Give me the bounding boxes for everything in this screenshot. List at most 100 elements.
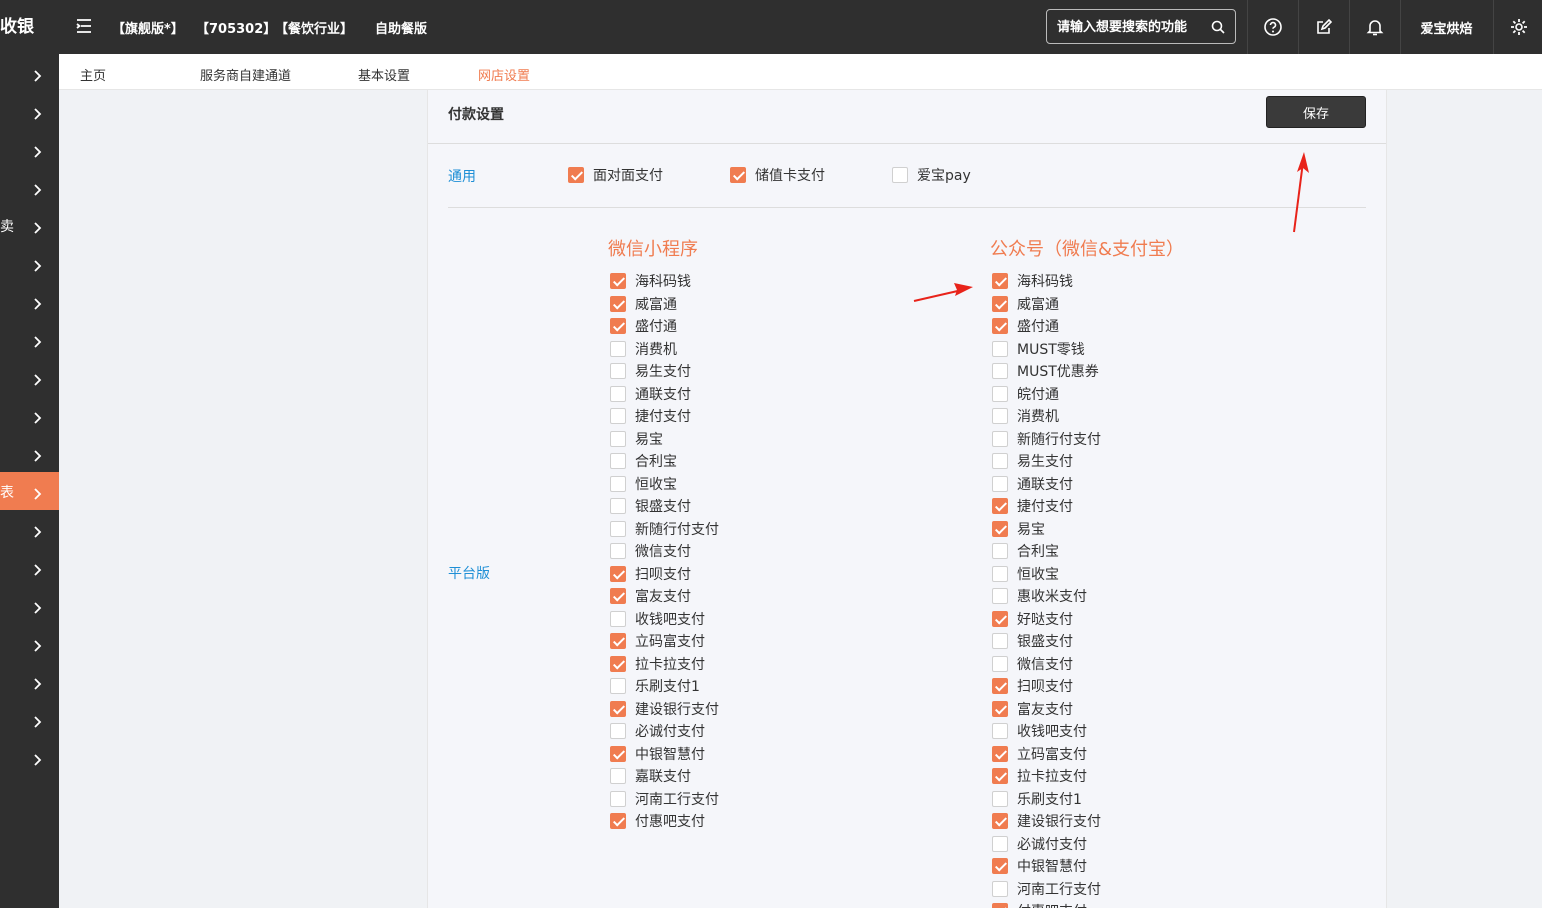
- official-account-option[interactable]: 付惠吧支付: [992, 901, 1087, 908]
- official-account-option[interactable]: 建设银行支付: [992, 811, 1101, 831]
- sidebar-item-0[interactable]: [0, 54, 59, 92]
- sidebar-item-15[interactable]: [0, 624, 59, 662]
- sidebar-item-13[interactable]: [0, 548, 59, 586]
- official-account-option[interactable]: 好哒支付: [992, 609, 1073, 629]
- checkbox-checked[interactable]: [730, 167, 746, 183]
- official-account-option[interactable]: 捷付支付: [992, 496, 1073, 516]
- wechat-mini-option[interactable]: 收钱吧支付: [610, 609, 705, 629]
- tab-basic-settings[interactable]: 基本设置: [358, 65, 410, 84]
- menu-toggle-icon[interactable]: [74, 16, 94, 36]
- checkbox-unchecked[interactable]: [992, 566, 1008, 582]
- help-icon[interactable]: [1247, 0, 1297, 54]
- checkbox-checked[interactable]: [610, 566, 626, 582]
- sidebar-item-3[interactable]: [0, 168, 59, 206]
- checkbox-unchecked[interactable]: [992, 633, 1008, 649]
- sidebar-item-17[interactable]: [0, 700, 59, 738]
- official-account-option[interactable]: 中银智慧付: [992, 856, 1087, 876]
- checkbox-checked[interactable]: [992, 768, 1008, 784]
- checkbox-checked[interactable]: [568, 167, 584, 183]
- sidebar-item-6[interactable]: [0, 282, 59, 320]
- sidebar-item-9[interactable]: [0, 396, 59, 434]
- checkbox-checked[interactable]: [992, 521, 1008, 537]
- sidebar-item-12[interactable]: [0, 510, 59, 548]
- checkbox-checked[interactable]: [992, 813, 1008, 829]
- wechat-mini-option[interactable]: 中银智慧付: [610, 744, 705, 764]
- official-account-option[interactable]: 皖付通: [992, 384, 1059, 404]
- official-account-option[interactable]: 河南工行支付: [992, 879, 1101, 899]
- checkbox-unchecked[interactable]: [992, 723, 1008, 739]
- wechat-mini-option[interactable]: 银盛支付: [610, 496, 691, 516]
- checkbox-checked[interactable]: [992, 273, 1008, 289]
- checkbox-checked[interactable]: [610, 318, 626, 334]
- sidebar-item-11[interactable]: 表: [0, 472, 59, 510]
- checkbox-checked[interactable]: [610, 656, 626, 672]
- checkbox-checked[interactable]: [610, 746, 626, 762]
- official-account-option[interactable]: 消费机: [992, 406, 1059, 426]
- checkbox-unchecked[interactable]: [992, 363, 1008, 379]
- checkbox-unchecked[interactable]: [992, 881, 1008, 897]
- wechat-mini-option[interactable]: 消费机: [610, 339, 677, 359]
- search-icon[interactable]: [1211, 19, 1225, 38]
- wechat-mini-option[interactable]: 威富通: [610, 294, 677, 314]
- wechat-mini-option[interactable]: 盛付通: [610, 316, 677, 336]
- sidebar-item-1[interactable]: [0, 92, 59, 130]
- wechat-mini-option[interactable]: 付惠吧支付: [610, 811, 705, 831]
- sidebar-item-5[interactable]: [0, 244, 59, 282]
- checkbox-unchecked[interactable]: [610, 431, 626, 447]
- checkbox-unchecked[interactable]: [610, 611, 626, 627]
- sidebar-item-14[interactable]: [0, 586, 59, 624]
- edit-icon[interactable]: [1298, 0, 1348, 54]
- official-account-option[interactable]: 恒收宝: [992, 564, 1059, 584]
- official-account-option[interactable]: 立码富支付: [992, 744, 1087, 764]
- wechat-mini-option[interactable]: 建设银行支付: [610, 699, 719, 719]
- official-account-option[interactable]: 银盛支付: [992, 631, 1073, 651]
- checkbox-checked[interactable]: [992, 318, 1008, 334]
- official-account-option[interactable]: 易生支付: [992, 451, 1073, 471]
- checkbox-checked[interactable]: [992, 611, 1008, 627]
- official-account-option[interactable]: 盛付通: [992, 316, 1059, 336]
- official-account-option[interactable]: 富友支付: [992, 699, 1073, 719]
- checkbox-checked[interactable]: [610, 813, 626, 829]
- checkbox-unchecked[interactable]: [992, 588, 1008, 604]
- wechat-mini-option[interactable]: 拉卡拉支付: [610, 654, 705, 674]
- checkbox-unchecked[interactable]: [610, 408, 626, 424]
- wechat-mini-option[interactable]: 海科码钱: [610, 271, 691, 291]
- checkbox-unchecked[interactable]: [610, 791, 626, 807]
- official-account-option[interactable]: MUST优惠券: [992, 361, 1099, 381]
- official-account-option[interactable]: 易宝: [992, 519, 1045, 539]
- bell-icon[interactable]: [1349, 0, 1399, 54]
- official-account-option[interactable]: 海科码钱: [992, 271, 1073, 291]
- sidebar-item-8[interactable]: [0, 358, 59, 396]
- checkbox-unchecked[interactable]: [610, 521, 626, 537]
- checkbox-unchecked[interactable]: [610, 723, 626, 739]
- wechat-mini-option[interactable]: 立码富支付: [610, 631, 705, 651]
- checkbox-checked[interactable]: [992, 701, 1008, 717]
- sidebar-item-10[interactable]: [0, 434, 59, 472]
- checkbox-unchecked[interactable]: [610, 543, 626, 559]
- wechat-mini-option[interactable]: 新随行付支付: [610, 519, 719, 539]
- checkbox-unchecked[interactable]: [610, 498, 626, 514]
- official-account-option[interactable]: 合利宝: [992, 541, 1059, 561]
- checkbox-unchecked[interactable]: [992, 386, 1008, 402]
- checkbox-unchecked[interactable]: [992, 408, 1008, 424]
- wechat-mini-option[interactable]: 乐刷支付1: [610, 676, 700, 696]
- official-account-option[interactable]: 必诚付支付: [992, 834, 1087, 854]
- checkbox-unchecked[interactable]: [992, 791, 1008, 807]
- checkbox-unchecked[interactable]: [610, 678, 626, 694]
- search-input[interactable]: [1057, 17, 1207, 37]
- checkbox-unchecked[interactable]: [992, 341, 1008, 357]
- checkbox-checked[interactable]: [992, 498, 1008, 514]
- wechat-mini-option[interactable]: 合利宝: [610, 451, 677, 471]
- official-account-option[interactable]: 收钱吧支付: [992, 721, 1087, 741]
- official-account-option[interactable]: 拉卡拉支付: [992, 766, 1087, 786]
- checkbox-checked[interactable]: [610, 296, 626, 312]
- checkbox-checked[interactable]: [992, 746, 1008, 762]
- tab-home[interactable]: 主页: [80, 65, 106, 84]
- checkbox-checked[interactable]: [610, 701, 626, 717]
- checkbox-checked[interactable]: [992, 678, 1008, 694]
- sidebar-item-7[interactable]: [0, 320, 59, 358]
- tab-provider-channel[interactable]: 服务商自建通道: [200, 65, 291, 84]
- wechat-mini-option[interactable]: 易宝: [610, 429, 663, 449]
- save-button[interactable]: 保存: [1266, 96, 1366, 128]
- sidebar-item-2[interactable]: [0, 130, 59, 168]
